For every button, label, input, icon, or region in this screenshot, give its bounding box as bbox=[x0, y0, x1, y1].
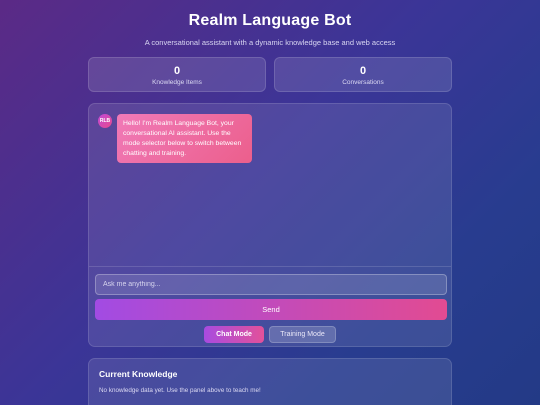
stat-value: 0 bbox=[359, 65, 367, 77]
send-button[interactable]: Send bbox=[95, 299, 447, 320]
page-title: Realm Language Bot bbox=[188, 12, 352, 29]
knowledge-empty-text: No knowledge data yet. Use the panel abo… bbox=[99, 387, 261, 394]
message-list[interactable]: RLB Hello! I'm Realm Language Bot, your … bbox=[89, 104, 451, 266]
chat-mode-button[interactable]: Chat Mode bbox=[204, 326, 264, 343]
stat-card-conversations: 0 Conversations bbox=[274, 57, 452, 92]
message-input[interactable] bbox=[95, 274, 447, 295]
knowledge-panel: Current Knowledge No knowledge data yet.… bbox=[88, 358, 452, 405]
page-subtitle: A conversational assistant with a dynami… bbox=[144, 38, 396, 47]
stat-label: Knowledge Items bbox=[152, 79, 202, 86]
bot-avatar: RLB bbox=[98, 114, 112, 128]
message-composer: Send Chat Mode Training Mode bbox=[89, 266, 451, 346]
stat-card-knowledge-items: 0 Knowledge Items bbox=[88, 57, 266, 92]
chat-panel: RLB Hello! I'm Realm Language Bot, your … bbox=[88, 103, 452, 347]
training-mode-button[interactable]: Training Mode bbox=[269, 326, 336, 343]
knowledge-title: Current Knowledge bbox=[99, 369, 178, 379]
stat-value: 0 bbox=[173, 65, 181, 77]
stat-label: Conversations bbox=[342, 79, 384, 86]
bot-message-bubble: Hello! I'm Realm Language Bot, your conv… bbox=[117, 114, 252, 164]
page-header: Realm Language Bot A conversational assi… bbox=[0, 12, 540, 47]
